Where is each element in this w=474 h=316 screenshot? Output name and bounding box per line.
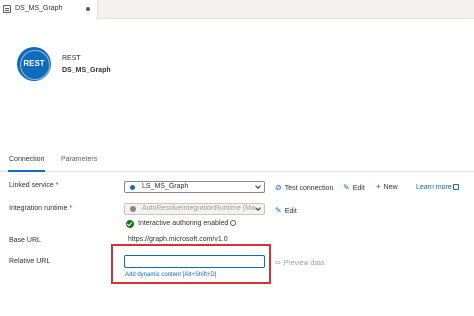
relative-url-label: Relative URL: [9, 258, 51, 265]
unsaved-dot-icon[interactable]: [86, 7, 90, 11]
linked-service-value: LS_MS_Graph: [142, 183, 189, 190]
edit-label: Edit: [352, 185, 365, 192]
new-label: New: [383, 184, 398, 191]
test-connection-button[interactable]: ⊘ Test connection: [275, 183, 333, 192]
check-circle-icon: [126, 220, 134, 228]
required-marker: *: [69, 205, 73, 212]
preview-data-button[interactable]: ∞ Preview data: [275, 258, 324, 267]
add-dynamic-content-link[interactable]: Add dynamic content [Alt+Shift+D]: [125, 272, 216, 278]
interactive-authoring-text: Interactive authoring enabled: [138, 220, 229, 227]
info-icon[interactable]: [230, 220, 237, 226]
integration-runtime-value: AutoResolveIntegrationRuntime (Ma...: [142, 205, 261, 212]
document-icon: [3, 5, 11, 13]
base-url-value: https://graph.microsoft.com/v1.0: [128, 236, 228, 243]
learn-more-link[interactable]: Learn more: [416, 184, 452, 191]
pencil-icon: ✎: [343, 183, 350, 192]
tab-parameters[interactable]: Parameters: [61, 156, 97, 163]
property-tabs: Connection Parameters: [0, 150, 474, 172]
rest-icon: REST: [17, 47, 51, 81]
chevron-down-icon: [255, 183, 261, 189]
external-link-icon[interactable]: [453, 184, 459, 190]
linked-service-label: Linked service *: [9, 182, 58, 189]
runtime-status-icon: [130, 206, 136, 212]
linked-service-select[interactable]: LS_MS_Graph: [124, 181, 265, 193]
edit-linked-service-button[interactable]: ✎ Edit: [343, 183, 365, 192]
tab-ds-ms-graph[interactable]: DS_MS_Graph: [0, 0, 98, 19]
base-url-label: Base URL: [9, 237, 41, 244]
integration-runtime-label: Integration runtime *: [9, 205, 72, 212]
plus-icon: +: [376, 182, 381, 191]
integration-runtime-label-text: Integration runtime: [9, 205, 68, 212]
tab-label: DS_MS_Graph: [15, 5, 63, 12]
highlight-box: [111, 244, 271, 284]
tab-connection[interactable]: Connection: [7, 156, 46, 172]
linked-service-icon: [130, 185, 135, 190]
interactive-authoring-status: Interactive authoring enabled: [138, 220, 237, 227]
dataset-type: REST: [62, 55, 81, 62]
preview-icon: ∞: [275, 258, 281, 267]
integration-runtime-select[interactable]: AutoResolveIntegrationRuntime (Ma...: [124, 203, 265, 215]
linked-service-label-text: Linked service: [9, 182, 54, 189]
tab-bar: DS_MS_Graph: [0, 0, 474, 19]
rest-icon-label: REST: [23, 59, 45, 68]
new-linked-service-button[interactable]: + New: [376, 182, 398, 191]
plug-icon: ⊘: [275, 183, 282, 192]
required-marker: *: [55, 182, 59, 189]
test-connection-label: Test connection: [284, 185, 334, 192]
preview-data-label: Preview data: [283, 260, 325, 267]
edit-runtime-label: Edit: [284, 208, 297, 215]
pencil-icon: ✎: [275, 206, 282, 215]
dataset-name: DS_MS_Graph: [62, 67, 111, 74]
edit-runtime-button[interactable]: ✎ Edit: [275, 206, 297, 215]
